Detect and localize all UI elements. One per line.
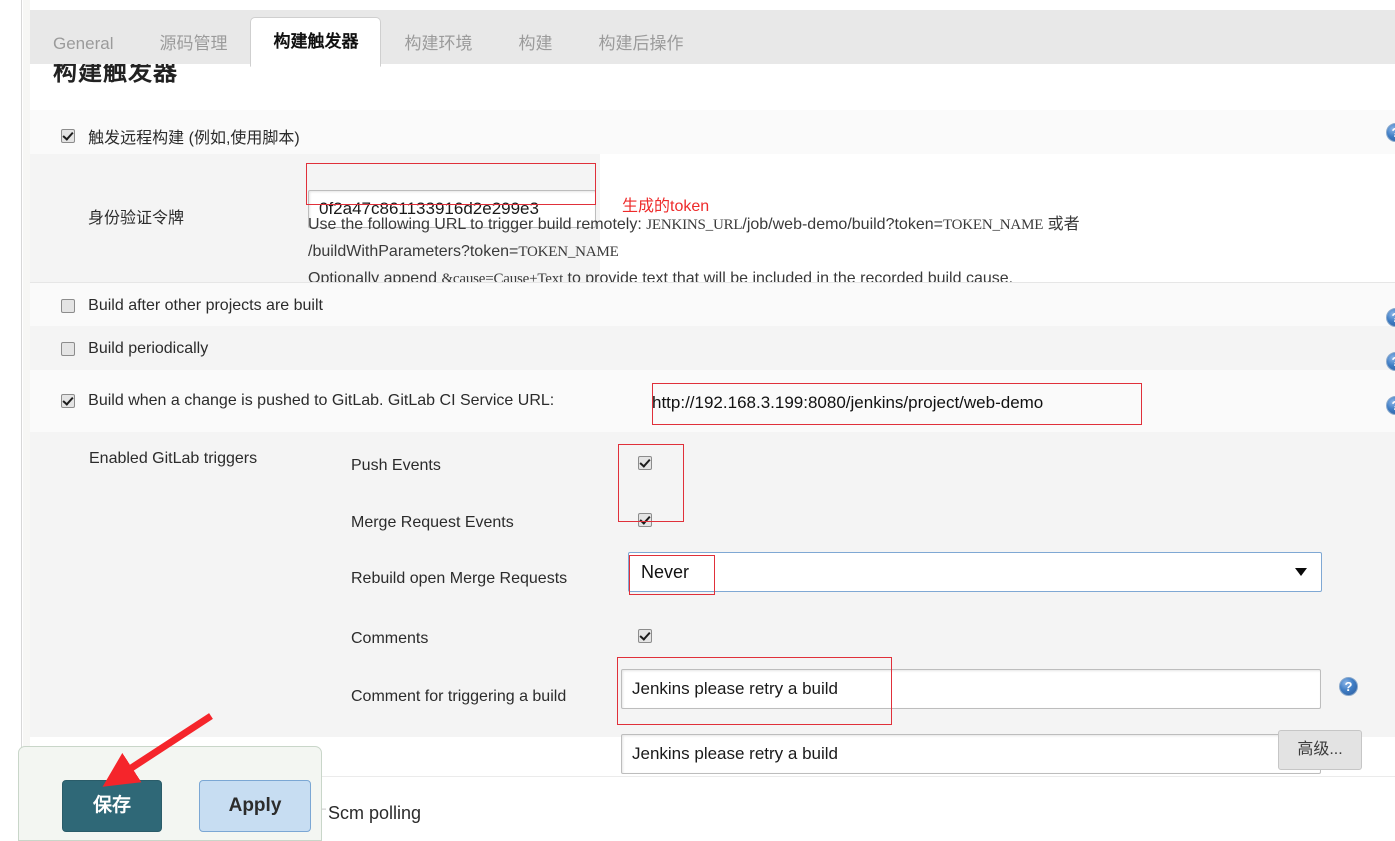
comment-trigger-input-visible[interactable] bbox=[621, 669, 1321, 709]
save-bar: 保存 Apply bbox=[18, 746, 322, 841]
remote-trigger-label: 触发远程构建 (例如,使用脚本) bbox=[88, 130, 300, 147]
help-l1-a: Use the following URL to trigger build r… bbox=[308, 216, 646, 233]
remote-help-line-2: /buildWithParameters?token=TOKEN_NAME bbox=[308, 239, 619, 265]
page-title: 构建触发器 bbox=[53, 64, 178, 87]
rebuild-open-mr-select[interactable]: Never bbox=[628, 552, 1322, 592]
comment-trigger-help-icon[interactable] bbox=[1339, 677, 1358, 696]
token-annotation: 生成的token bbox=[622, 192, 709, 216]
remote-trigger-help-icon[interactable] bbox=[1386, 123, 1395, 142]
comment-trigger-input[interactable] bbox=[621, 734, 1321, 774]
rebuild-open-mr-label: Rebuild open Merge Requests bbox=[351, 570, 567, 588]
build-after-other-help-icon[interactable] bbox=[1386, 308, 1395, 327]
scm-polling-label: Scm polling bbox=[328, 803, 421, 824]
tab-build-triggers[interactable]: 构建触发器 bbox=[250, 17, 381, 67]
gitlab-service-url: http://192.168.3.199:8080/jenkins/projec… bbox=[652, 393, 1043, 413]
build-periodically-label: Build periodically bbox=[88, 340, 208, 357]
push-events-checkbox[interactable] bbox=[638, 456, 652, 470]
comment-trigger-label: Comment for triggering a build bbox=[351, 688, 566, 706]
tab-general[interactable]: General bbox=[30, 20, 136, 66]
comments-label: Comments bbox=[351, 630, 428, 648]
build-periodically-help-icon[interactable] bbox=[1386, 352, 1395, 371]
gitlab-trigger-label: Build when a change is pushed to GitLab.… bbox=[88, 392, 554, 409]
build-after-other-label: Build after other projects are built bbox=[88, 297, 323, 314]
row-build-periodically: Build periodically bbox=[30, 326, 1395, 370]
tab-build[interactable]: 构建 bbox=[495, 20, 575, 66]
build-after-other-checkbox[interactable] bbox=[61, 299, 75, 313]
chevron-down-icon bbox=[1295, 568, 1307, 576]
auth-token-label: 身份验证令牌 bbox=[88, 204, 184, 228]
save-button[interactable]: 保存 bbox=[62, 780, 162, 832]
apply-button[interactable]: Apply bbox=[199, 780, 311, 832]
gitlab-trigger-help-icon[interactable] bbox=[1386, 396, 1395, 415]
merge-request-events-checkbox[interactable] bbox=[638, 513, 652, 527]
merge-request-events-label: Merge Request Events bbox=[351, 514, 514, 532]
config-tabs: General 源码管理 构建触发器 构建环境 构建 构建后操作 bbox=[30, 10, 706, 66]
help-l2-a: /buildWithParameters?token= bbox=[308, 243, 518, 260]
help-l2-mono: TOKEN_NAME bbox=[518, 244, 618, 260]
help-l1-c: 或者 bbox=[1043, 216, 1079, 233]
row-remote-trigger: 触发远程构建 (例如,使用脚本) bbox=[30, 110, 1395, 154]
comments-checkbox[interactable] bbox=[638, 629, 652, 643]
advanced-button[interactable]: 高级... bbox=[1278, 730, 1362, 770]
help-l1-b: /job/web-demo/build?token= bbox=[742, 216, 943, 233]
enabled-gitlab-triggers-label: Enabled GitLab triggers bbox=[89, 450, 257, 468]
left-gutter bbox=[0, 0, 22, 841]
tab-post-build-actions[interactable]: 构建后操作 bbox=[575, 20, 706, 66]
rebuild-open-mr-value: Never bbox=[641, 553, 689, 591]
help-l1-mono: JENKINS_URL bbox=[646, 217, 742, 233]
gutter-stripe bbox=[23, 0, 30, 841]
help-l1-mono2: TOKEN_NAME bbox=[943, 217, 1043, 233]
row-gitlab-trigger: Build when a change is pushed to GitLab.… bbox=[30, 370, 1395, 432]
jenkins-job-config-page: General 源码管理 构建触发器 构建环境 构建 构建后操作 构建触发器 触… bbox=[0, 0, 1395, 841]
tab-source-code-management[interactable]: 源码管理 bbox=[136, 20, 250, 66]
build-periodically-checkbox[interactable] bbox=[61, 342, 75, 356]
gitlab-trigger-checkbox[interactable] bbox=[61, 394, 75, 408]
tab-build-environment[interactable]: 构建环境 bbox=[381, 20, 495, 66]
push-events-label: Push Events bbox=[351, 457, 441, 475]
build-triggers-content: 构建触发器 触发远程构建 (例如,使用脚本) 身份验证令牌 生成的token U… bbox=[30, 64, 1395, 841]
row-build-after-other: Build after other projects are built bbox=[30, 282, 1395, 326]
remote-trigger-checkbox[interactable] bbox=[61, 129, 75, 143]
